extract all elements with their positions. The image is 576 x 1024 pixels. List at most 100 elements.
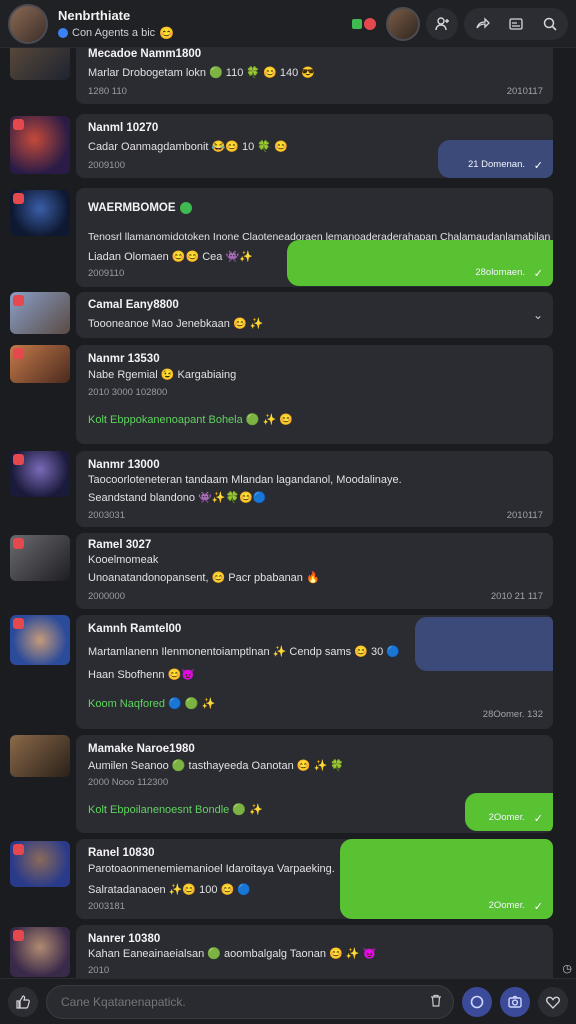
chat-meta: 2000 Nooo 112300 [88, 777, 169, 788]
title-block: Nenbrthiate Con Agents a bic 😊 [58, 8, 352, 39]
avatar[interactable] [8, 3, 48, 44]
chat-preview-2: Unoanatandonopansent, 😊 Pacr pbabanan 🔥 [88, 572, 320, 584]
chat-thumbnail [10, 190, 70, 236]
chat-name: Nanmr 13000 [88, 459, 160, 471]
thumb-icon[interactable] [8, 986, 38, 1017]
chat-meta: 1280 110 [88, 86, 127, 97]
chat-thumbnail [10, 292, 70, 334]
message-bubble[interactable]: 2Oomer. ✓ [465, 793, 553, 831]
chat-green-text: Kolt Ebppokanenoapant Bohela 🟢 ✨ 😊 [88, 414, 293, 426]
chat-card[interactable]: Mecadoe Namm1800 Marlar Drobogetam lokn … [76, 48, 553, 104]
list-item[interactable]: Mecadoe Namm1800 Marlar Drobogetam lokn … [0, 48, 576, 110]
list-item[interactable]: Nanmr 13530 Nabe Rgemial 😉 Kargabiaing 2… [0, 345, 576, 445]
clock-icon: ◷ [562, 963, 572, 975]
chat-thumbnail [10, 535, 70, 581]
trash-icon[interactable] [430, 994, 442, 1010]
chat-card[interactable]: WAERMBOMOE Tenosrl llamanomidotoken Inon… [76, 188, 553, 287]
list-item[interactable]: Camal Eany8800 Toooneanoe Mao Jenebkaan … [0, 292, 576, 340]
chat-meta: 2009100 [88, 160, 125, 171]
chat-time: 28Oomer. 132 [482, 709, 543, 720]
list-item[interactable]: Kamnh Ramtel00 Martamlanenn Ilenmonentoi… [0, 615, 576, 731]
chat-card[interactable]: Nanrer 10380 Kahan Eaneainaeialsan 🟢 aoo… [76, 925, 553, 978]
list-item[interactable]: Nanml 10270 Cadar Oanmagdambonit 😂😊 10 🍀… [0, 114, 576, 180]
online-dot-icon [179, 202, 192, 214]
record-icon[interactable] [462, 986, 492, 1017]
user-avatar[interactable] [386, 6, 420, 41]
list-item[interactable]: Nanrer 10380 Kahan Eaneainaeialsan 🟢 aoo… [0, 925, 576, 978]
chat-preview: Kooelmomeak [88, 554, 159, 566]
chat-green-text: Kolt Ebpoilanenoesnt Bondle 🟢 ✨ [88, 804, 263, 816]
list-item[interactable]: Nanmr 13000 Taocoorloteneteran tandaam M… [0, 451, 576, 529]
chat-time: 2010 21 117 [490, 591, 543, 602]
chat-meta: 2003031 [88, 510, 125, 521]
user-plus-icon[interactable] [426, 7, 458, 40]
chat-preview: Aumilen Seanoo 🟢 tasthayeeda Oanotan 😊 ✨… [88, 760, 344, 772]
message-bubble[interactable] [415, 617, 553, 671]
header-icon-group [464, 7, 568, 40]
chat-meta: 2000000 [88, 591, 125, 602]
unread-badge [13, 119, 24, 130]
chat-thumbnail [10, 927, 70, 977]
chat-card[interactable]: Mamake Naroe1980 Aumilen Seanoo 🟢 tastha… [76, 735, 553, 833]
status-indicator [352, 17, 376, 30]
message-input[interactable] [46, 984, 454, 1019]
chat-card[interactable]: Ramel 3027 Kooelmomeak Unoanatandonopans… [76, 533, 553, 609]
top-header: Nenbrthiate Con Agents a bic 😊 [0, 0, 576, 48]
list-item[interactable]: Ramel 3027 Kooelmomeak Unoanatandonopans… [0, 533, 576, 611]
heart-icon[interactable] [538, 986, 568, 1017]
chat-name: Ranel 10830 [88, 847, 155, 859]
list-item[interactable]: Mamake Naroe1980 Aumilen Seanoo 🟢 tastha… [0, 735, 576, 835]
alert-dot-icon [364, 17, 376, 30]
share-icon[interactable] [466, 8, 498, 40]
chat-card[interactable]: Nanmr 13000 Taocoorloteneteran tandaam M… [76, 451, 553, 527]
chat-thumbnail [10, 735, 70, 777]
chat-preview: Kahan Eaneainaeialsan 🟢 aoombalgalg Taon… [88, 948, 377, 960]
chat-thumbnail [10, 48, 70, 80]
message-bubble[interactable]: 2Oomer. ✓ [340, 839, 553, 919]
message-bubble[interactable]: 21 Domenan. ✓ [438, 140, 553, 178]
composer-bar [0, 978, 576, 1024]
chat-preview: Toooneanoe Mao Jenebkaan 😊 ✨ [88, 318, 264, 330]
chat-name: Nanrer 10380 [88, 933, 161, 945]
chat-list[interactable]: Mecadoe Namm1800 Marlar Drobogetam lokn … [0, 48, 576, 978]
chat-name: Mecadoe Namm1800 [88, 48, 202, 60]
search-icon[interactable] [534, 8, 566, 40]
chat-preview-2: Salratadanaoen ✨😊 100 😊 🔵 [88, 884, 252, 896]
list-item[interactable]: Ranel 10830 Parotoaonmenemiemanioel Idar… [0, 839, 576, 921]
chat-name: Nanml 10270 [88, 122, 159, 134]
header-actions [352, 6, 568, 41]
unread-badge [13, 348, 24, 359]
chat-preview-2: Seandstand blandono 👾✨🍀😊🔵 [88, 492, 267, 504]
chat-preview: Marlar Drobogetam lokn 🟢 110 🍀 😊 140 😎 [88, 67, 316, 79]
chat-card[interactable]: Ranel 10830 Parotoaonmenemiemanioel Idar… [76, 839, 553, 919]
check-icon: ✓ [533, 901, 543, 913]
camera-icon[interactable] [500, 986, 530, 1017]
check-icon: ✓ [533, 160, 543, 172]
chat-card[interactable]: Kamnh Ramtel00 Martamlanenn Ilenmonentoi… [76, 615, 553, 729]
chat-time: 2010117 [506, 86, 543, 97]
chat-thumbnail [10, 615, 70, 665]
unread-badge [13, 295, 24, 306]
chat-preview-2: Liadan Olomaen 😊😊 Cea 👾✨ [88, 251, 253, 263]
chat-meta: 2009110 [88, 268, 125, 279]
chat-card[interactable]: Nanml 10270 Cadar Oanmagdambonit 😂😊 10 🍀… [76, 114, 553, 178]
check-icon: ✓ [533, 268, 543, 280]
chat-thumbnail [10, 451, 70, 497]
subtitle: Con Agents a bic 😊 [58, 27, 352, 39]
media-icon[interactable] [500, 8, 532, 40]
status-dot-icon [58, 28, 68, 38]
chat-preview: Parotoaonmenemiemanioel Idaroitaya Varpa… [88, 863, 335, 875]
chat-card[interactable]: Nanmr 13530 Nabe Rgemial 😉 Kargabiaing 2… [76, 345, 553, 444]
list-item[interactable]: WAERMBOMOE Tenosrl llamanomidotoken Inon… [0, 188, 576, 288]
message-bubble[interactable]: 28olomaen. ✓ [287, 240, 553, 286]
bubble-time: 21 Domenan. [467, 159, 525, 170]
chat-green-text: Koom Naqfored 🔵 🟢 ✨ [88, 698, 216, 710]
chat-thumbnail [10, 345, 70, 383]
chat-name: Nanmr 13530 [88, 353, 160, 365]
chat-preview-2: Haan Sbofhenn 😊😈 [88, 669, 195, 681]
chat-meta: 2003181 [88, 901, 125, 912]
chevron-down-icon[interactable]: ⌄ [533, 308, 543, 322]
chat-meta: 2010 [88, 965, 110, 976]
chat-card[interactable]: Camal Eany8800 Toooneanoe Mao Jenebkaan … [76, 292, 553, 338]
chat-thumbnail [10, 116, 70, 174]
